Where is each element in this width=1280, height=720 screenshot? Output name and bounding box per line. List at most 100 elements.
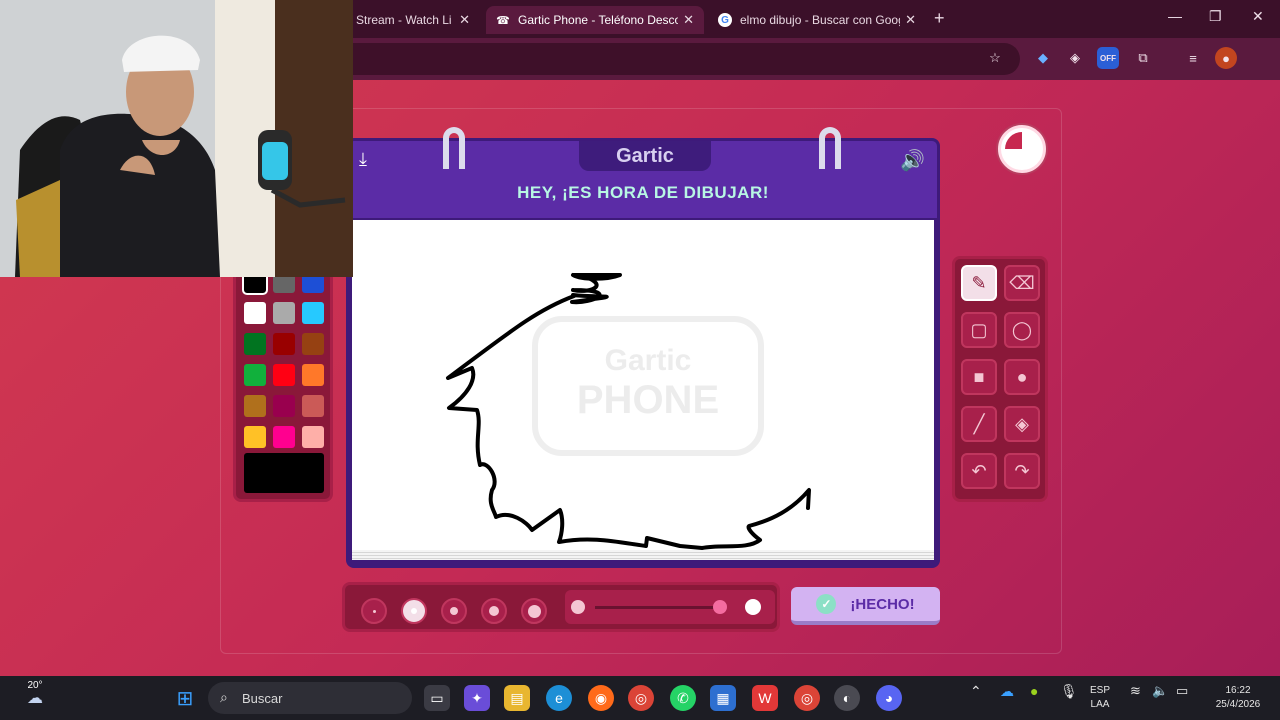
color-palette: [233, 269, 333, 502]
undo-tool[interactable]: ↶: [961, 453, 997, 489]
color-swatch[interactable]: [244, 426, 266, 448]
maximize-button[interactable]: ❐: [1209, 8, 1222, 25]
chrome-icon[interactable]: ◎: [628, 685, 654, 711]
opacity-track: [595, 606, 725, 609]
color-swatch[interactable]: [302, 364, 324, 386]
color-swatch[interactable]: [302, 302, 324, 324]
fill-bucket-tool[interactable]: ◈: [1004, 406, 1040, 442]
redo-tool[interactable]: ↷: [1004, 453, 1040, 489]
brush-settings-bar: [342, 582, 780, 632]
whatsapp-icon[interactable]: ✆: [670, 685, 696, 711]
brush-size-1[interactable]: [361, 598, 387, 624]
close-tab-icon[interactable]: ✕: [905, 12, 916, 28]
app-tray-icon[interactable]: ●: [1030, 684, 1038, 698]
speaker-icon[interactable]: 🔊: [900, 148, 925, 173]
pencil-tool[interactable]: ✎: [961, 265, 997, 301]
ellipse-outline-tool[interactable]: ◯: [1004, 312, 1040, 348]
windows-start-icon[interactable]: ⊞: [172, 685, 198, 711]
line-tool[interactable]: ╱: [961, 406, 997, 442]
color-swatch[interactable]: [273, 302, 295, 324]
language-code: ESP: [1090, 685, 1111, 696]
tab-title: Gartic Phone - Teléfono Descon: [518, 13, 678, 27]
ellipse-fill-tool[interactable]: ●: [1004, 359, 1040, 395]
color-swatch[interactable]: [244, 333, 266, 355]
copilot-icon[interactable]: ✦: [464, 685, 490, 711]
tab-stream[interactable]: Stream - Watch Li ✕: [346, 6, 480, 34]
color-swatch[interactable]: [273, 364, 295, 386]
brush-size-3[interactable]: [441, 598, 467, 624]
battery-icon[interactable]: ▭: [1176, 684, 1188, 698]
rectangle-outline-tool[interactable]: ▢: [961, 312, 997, 348]
clock-date: 25/4/2026: [1215, 699, 1261, 710]
minimize-button[interactable]: —: [1168, 8, 1182, 24]
weather-widget[interactable]: 20° ☁: [20, 680, 50, 716]
brush-size-2[interactable]: [401, 598, 427, 624]
search-label: Buscar: [242, 690, 283, 706]
color-swatch[interactable]: [273, 426, 295, 448]
tab-google-search[interactable]: G elmo dibujo - Buscar con Goog ✕: [708, 6, 926, 34]
user-drawing: [446, 273, 811, 550]
color-swatch[interactable]: [302, 395, 324, 417]
media-icon[interactable]: ≡: [1182, 47, 1204, 69]
rectangle-fill-tool[interactable]: ■: [961, 359, 997, 395]
star-icon[interactable]: ☆: [984, 47, 1006, 69]
binder-ring-right: [819, 127, 841, 169]
microphone-icon[interactable]: 🎙: [1060, 684, 1078, 698]
eraser-tool[interactable]: ⌫: [1004, 265, 1040, 301]
chrome-profile-icon[interactable]: ◎: [794, 685, 820, 711]
obs-icon[interactable]: ◐: [834, 685, 860, 711]
drawing-canvas[interactable]: Gartic PHONE: [352, 220, 934, 550]
color-swatch[interactable]: [273, 333, 295, 355]
brush-size-5[interactable]: [521, 598, 547, 624]
color-swatch[interactable]: [302, 333, 324, 355]
tool-panel: ✎ ⌫ ▢ ◯ ■ ● ╱ ◈ ↶ ↷: [952, 256, 1048, 502]
color-swatch[interactable]: [302, 426, 324, 448]
color-swatch[interactable]: [273, 395, 295, 417]
file-explorer-icon[interactable]: ▤: [504, 685, 530, 711]
tray-chevron-icon[interactable]: ⌃: [970, 684, 982, 698]
page-title: HEY, ¡ES HORA DE DIBUJAR!: [517, 183, 769, 202]
language-indicator[interactable]: ESP LAA: [1090, 684, 1110, 712]
download-icon[interactable]: ⤓: [359, 149, 367, 170]
opacity-slider[interactable]: [565, 590, 775, 624]
color-swatch[interactable]: [244, 364, 266, 386]
brush-size-4[interactable]: [481, 598, 507, 624]
store-icon[interactable]: ▦: [710, 685, 736, 711]
onedrive-icon[interactable]: ☁: [1000, 684, 1014, 698]
firefox-icon[interactable]: ◉: [588, 685, 614, 711]
profile-icon[interactable]: ●: [1215, 47, 1237, 69]
tab-title: Stream - Watch Li: [356, 13, 452, 27]
done-button-label: ¡HECHO!: [850, 595, 915, 613]
webcam-overlay: [0, 0, 353, 277]
extension-icon[interactable]: ◆: [1032, 47, 1054, 69]
gartic-phone-icon: ☎: [496, 14, 510, 27]
close-tab-icon[interactable]: ✕: [459, 12, 470, 28]
color-swatch[interactable]: [244, 302, 266, 324]
wifi-icon[interactable]: ≋: [1130, 684, 1141, 698]
clock[interactable]: 16:22 25/4/2026: [1208, 684, 1268, 712]
edge-icon[interactable]: e: [546, 685, 572, 711]
opacity-handle[interactable]: [713, 600, 727, 614]
tab-title: elmo dibujo - Buscar con Goog: [740, 13, 900, 27]
diamond-icon[interactable]: ◈: [1064, 47, 1086, 69]
task-view-icon[interactable]: ▭: [424, 685, 450, 711]
taskbar-search[interactable]: ⌕ Buscar: [208, 682, 412, 714]
close-window-button[interactable]: ✕: [1252, 8, 1264, 25]
off-badge-icon[interactable]: OFF: [1097, 47, 1119, 69]
google-icon: G: [718, 13, 732, 27]
cloud-icon: ☁: [27, 690, 43, 707]
done-button[interactable]: ✓ ¡HECHO!: [791, 587, 940, 625]
address-bar[interactable]: [300, 43, 1020, 75]
new-tab-button[interactable]: +: [934, 8, 945, 29]
volume-icon[interactable]: 🔈: [1152, 684, 1168, 698]
discord-icon[interactable]: ◕: [876, 685, 902, 711]
puzzle-icon[interactable]: ⧉: [1132, 47, 1154, 69]
color-swatch[interactable]: [244, 395, 266, 417]
wps-icon[interactable]: W: [752, 685, 778, 711]
tab-gartic-phone[interactable]: ☎ Gartic Phone - Teléfono Descon ✕: [486, 6, 704, 34]
gartic-logo: Gartic: [579, 141, 711, 171]
close-tab-icon[interactable]: ✕: [683, 12, 694, 28]
notebook-header: ⤓ Gartic HEY, ¡ES HORA DE DIBUJAR! 🔊: [346, 127, 940, 220]
binder-ring-left: [443, 127, 465, 169]
check-icon: ✓: [816, 594, 837, 614]
